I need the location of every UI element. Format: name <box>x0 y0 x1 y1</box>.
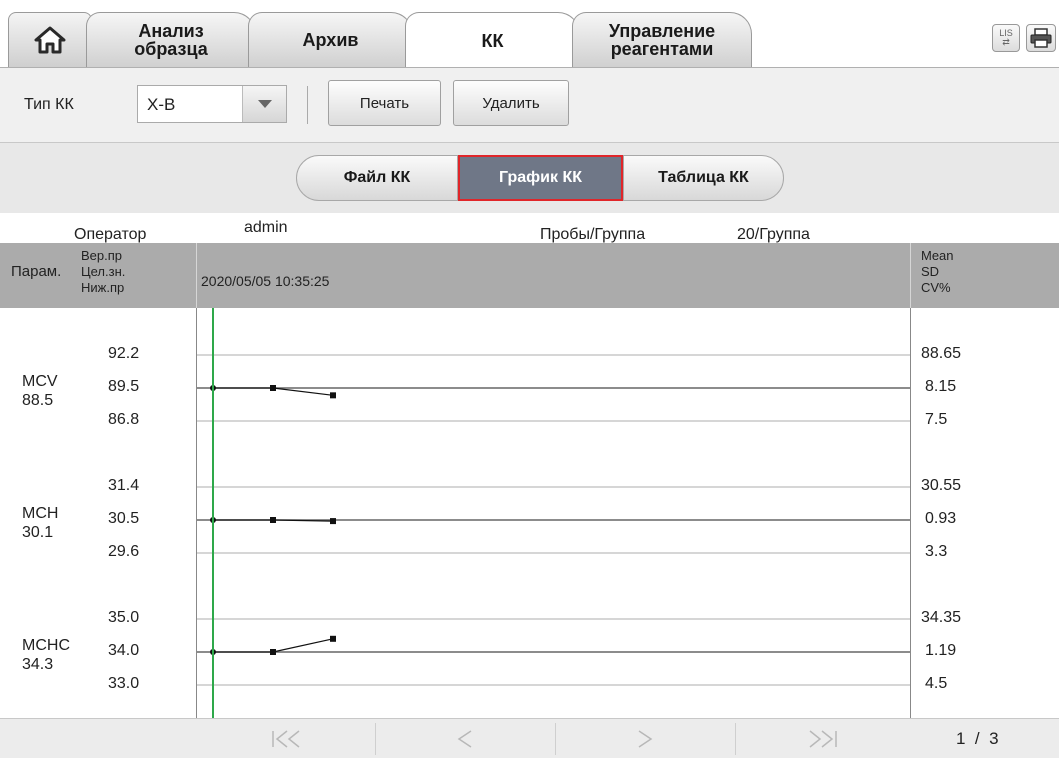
last-page-icon <box>809 730 837 748</box>
chart-left-border <box>196 308 197 718</box>
seg-qc-file[interactable]: Файл КК <box>296 155 458 201</box>
tab-label: Анализ образца <box>134 21 208 59</box>
param-header: Парам. <box>11 263 62 280</box>
lis-transfer-icon: LIS ⇄ <box>999 28 1013 47</box>
param-name: MCHC <box>22 637 70 654</box>
page-indicator: 1 / 3 <box>956 729 999 749</box>
tab-bar: Анализ образца Архив КК Управление реаге… <box>0 0 1059 69</box>
next-page-icon <box>638 730 653 748</box>
chart-right-border <box>910 308 911 718</box>
mean-value: 30.55 <box>921 477 962 494</box>
mean-header: Mean <box>921 248 954 263</box>
cv-value: 3.3 <box>925 543 948 560</box>
cv-value: 4.5 <box>925 675 948 692</box>
tab-label: Управление реагентами <box>608 21 716 59</box>
chart-header: Парам. Вер.пр Цел.зн. Ниж.пр 2020/05/05 … <box>0 243 1059 308</box>
seg-qc-graph[interactable]: График КК <box>458 155 623 201</box>
param-target-value: 88.5 <box>22 392 54 409</box>
upper-limit-value: 35.0 <box>108 609 140 626</box>
printer-icon <box>1030 28 1052 48</box>
samples-value: 20/Группа <box>737 226 810 243</box>
qc-type-label: Тип КК <box>24 96 74 113</box>
samples-label: Пробы/Группа <box>540 226 646 243</box>
seg-qc-table[interactable]: Таблица КК <box>623 155 784 201</box>
sd-value: 0.93 <box>925 510 957 527</box>
target-value: 89.5 <box>108 378 140 395</box>
target-value: 30.5 <box>108 510 140 527</box>
print-qc-button[interactable]: Печать <box>328 80 441 126</box>
upper-limit-value: 31.4 <box>108 477 140 494</box>
param-name: MCH <box>22 505 59 522</box>
upper-limit-header: Вер.пр <box>81 248 123 263</box>
param-target-value: 34.3 <box>22 656 54 673</box>
cv-value: 7.5 <box>925 411 948 428</box>
param-target-value: 30.1 <box>22 524 54 541</box>
last-page-button[interactable] <box>736 719 910 758</box>
operator-label: Оператор <box>74 226 147 243</box>
toolbar: Тип КК X-B Печать Удалить <box>0 68 1059 143</box>
first-page-icon <box>272 730 300 748</box>
tab-label: КК <box>481 31 504 51</box>
upper-limit-value: 92.2 <box>108 345 140 362</box>
header-divider <box>910 243 911 308</box>
tab-reagent-management[interactable]: Управление реагентами <box>572 12 752 67</box>
mean-value: 88.65 <box>921 345 962 362</box>
header-divider <box>196 243 197 308</box>
dropdown-arrow[interactable] <box>242 86 286 122</box>
lis-text: LIS <box>999 28 1013 38</box>
next-page-button[interactable] <box>556 719 734 758</box>
home-icon <box>34 26 66 54</box>
tab-archive[interactable]: Архив <box>248 12 413 67</box>
toolbar-divider <box>307 86 308 124</box>
first-page-button[interactable] <box>197 719 375 758</box>
print-button[interactable] <box>1026 24 1056 52</box>
lis-button[interactable]: LIS ⇄ <box>992 24 1020 52</box>
cv-header: CV% <box>921 280 951 295</box>
lower-limit-value: 33.0 <box>108 675 140 692</box>
tab-label: Архив <box>302 30 359 50</box>
sd-value: 1.19 <box>925 642 957 659</box>
home-tab[interactable] <box>8 12 92 67</box>
qc-type-select[interactable]: X-B <box>137 85 287 123</box>
tab-qc[interactable]: КК <box>405 12 580 69</box>
pagination-bar: 1 / 3 <box>0 718 1059 758</box>
prev-page-button[interactable] <box>376 719 554 758</box>
mean-value: 34.35 <box>921 609 962 626</box>
qc-type-value: X-B <box>147 95 176 114</box>
sd-value: 8.15 <box>925 378 957 395</box>
param-name: MCV <box>22 373 58 390</box>
qc-chart-area <box>0 308 1059 718</box>
delete-button[interactable]: Удалить <box>453 80 569 126</box>
prev-page-icon <box>457 730 472 748</box>
operator-value: admin <box>244 219 288 236</box>
view-switcher-area: Файл КК График КК Таблица КК <box>0 143 1059 213</box>
info-row: Оператор admin Пробы/Группа 20/Группа <box>0 213 1059 243</box>
page-separator: / <box>974 729 980 748</box>
lower-limit-value: 29.6 <box>108 543 140 560</box>
timestamp-header: 2020/05/05 10:35:25 <box>201 273 330 289</box>
tab-sample-analysis[interactable]: Анализ образца <box>86 12 256 67</box>
target-value: 34.0 <box>108 642 140 659</box>
page-total: 3 <box>989 729 999 748</box>
lower-limit-value: 86.8 <box>108 411 140 428</box>
page-current: 1 <box>956 729 966 748</box>
sd-header: SD <box>921 264 940 279</box>
lower-limit-header: Ниж.пр <box>81 280 125 295</box>
chevron-down-icon <box>257 100 272 108</box>
target-header: Цел.зн. <box>81 264 126 279</box>
